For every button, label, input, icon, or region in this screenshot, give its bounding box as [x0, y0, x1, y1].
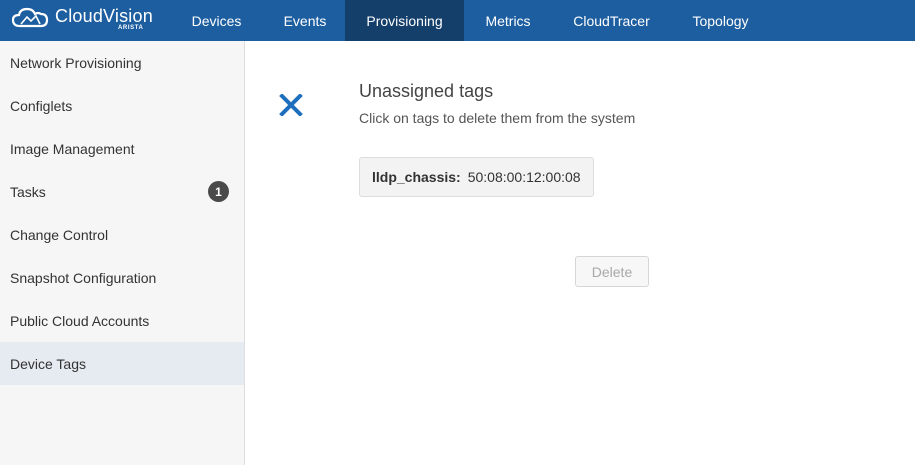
delete-button[interactable]: Delete: [575, 256, 649, 287]
tab-provisioning[interactable]: Provisioning: [345, 0, 464, 41]
tab-topology[interactable]: Topology: [671, 0, 770, 41]
sidebar-item-label: Public Cloud Accounts: [10, 312, 150, 329]
tag-chip[interactable]: lldp_chassis: 50:08:00:12:00:08: [359, 157, 594, 197]
brand-sub: ARISTA: [118, 25, 144, 31]
tab-events[interactable]: Events: [265, 0, 345, 41]
sidebar-item-tasks[interactable]: Tasks 1: [0, 170, 244, 213]
page-subtitle: Click on tags to delete them from the sy…: [359, 110, 636, 126]
tab-cloudtracer[interactable]: CloudTracer: [552, 0, 671, 41]
sidebar-item-label: Device Tags: [10, 355, 87, 372]
sidebar-item-image-management[interactable]: Image Management: [0, 127, 244, 170]
main-panel: Unassigned tags Click on tags to delete …: [245, 41, 915, 465]
tasks-count-badge: 1: [208, 181, 229, 202]
tag-key: lldp_chassis:: [372, 169, 461, 185]
sidebar-item-label: Configlets: [10, 97, 73, 114]
cloudvision-logo[interactable]: CloudVision ARISTA: [0, 0, 168, 41]
tag-value: 50:08:00:12:00:08: [467, 169, 581, 185]
sidebar-item-network-provisioning[interactable]: Network Provisioning: [0, 41, 244, 84]
sidebar-item-snapshot-configuration[interactable]: Snapshot Configuration: [0, 256, 244, 299]
tab-metrics[interactable]: Metrics: [464, 0, 552, 41]
sidebar-item-label: Snapshot Configuration: [10, 269, 157, 286]
cloud-logo-icon: [11, 7, 49, 28]
sidebar-item-label: Change Control: [10, 226, 109, 243]
sidebar-item-change-control[interactable]: Change Control: [0, 213, 244, 256]
tab-devices[interactable]: Devices: [168, 0, 265, 41]
page-title: Unassigned tags: [359, 81, 494, 101]
sidebar-item-label: Tasks: [10, 183, 46, 200]
close-icon[interactable]: [279, 94, 303, 116]
sidebar: Network Provisioning Configlets Image Ma…: [0, 41, 245, 465]
sidebar-item-device-tags[interactable]: Device Tags: [0, 342, 244, 385]
sidebar-item-label: Image Management: [10, 140, 135, 157]
sidebar-item-public-cloud-accounts[interactable]: Public Cloud Accounts: [0, 299, 244, 342]
top-navigation-bar: CloudVision ARISTA Devices Events Provis…: [0, 0, 915, 41]
sidebar-item-label: Network Provisioning: [10, 54, 142, 71]
sidebar-item-configlets[interactable]: Configlets: [0, 84, 244, 127]
brand-name: CloudVision: [55, 6, 153, 26]
